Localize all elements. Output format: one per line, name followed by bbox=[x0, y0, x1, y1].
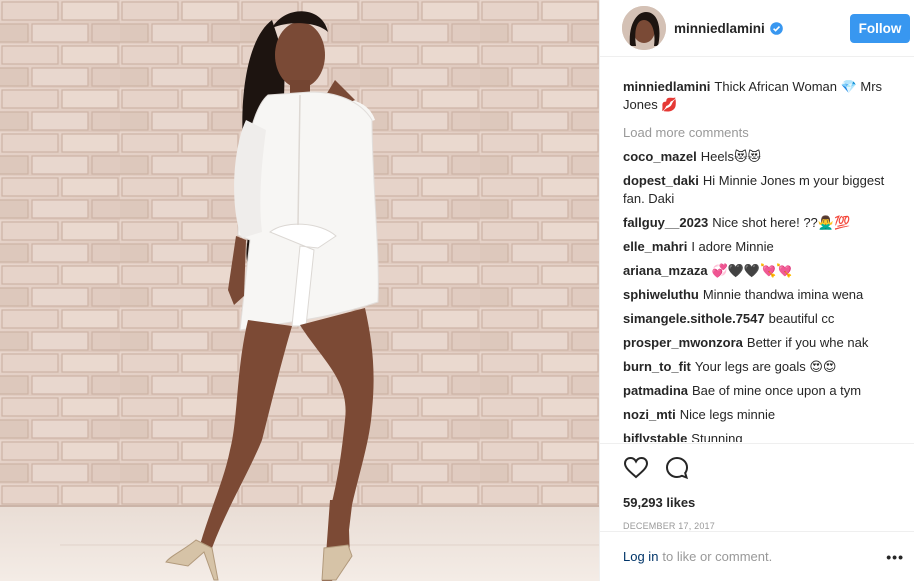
comment-text: 💞🖤🖤💘💘 bbox=[711, 263, 793, 278]
comment-item: prosper_mwonzora Better if you whe nak bbox=[623, 334, 906, 352]
likes-count[interactable]: 59,293 likes bbox=[623, 495, 891, 510]
action-icons bbox=[623, 453, 891, 483]
comment-username[interactable]: nozi_mti bbox=[623, 407, 676, 422]
post-header: minniedlamini Follow bbox=[600, 0, 914, 57]
comment-text: Bae of mine once upon a tym bbox=[692, 383, 862, 398]
login-link[interactable]: Log in bbox=[623, 549, 658, 564]
comment-item: ariana_mzaza 💞🖤🖤💘💘 bbox=[623, 262, 906, 280]
heart-icon[interactable] bbox=[623, 455, 649, 481]
comment-item: fallguy__2023 Nice shot here! ??🙅‍♂️💯 bbox=[623, 214, 906, 232]
comment-text: Stunning bbox=[691, 431, 743, 442]
comment-text: Better if you whe nak bbox=[746, 335, 869, 350]
comment-text: Nice shot here! ??🙅‍♂️💯 bbox=[712, 215, 851, 230]
comment-username[interactable]: dopest_daki bbox=[623, 173, 699, 188]
comment-username[interactable]: biflystable bbox=[623, 431, 687, 442]
comment-username[interactable]: ariana_mzaza bbox=[623, 263, 708, 278]
post-date: DECEMBER 17, 2017 bbox=[623, 521, 715, 531]
comment-text: Your legs are goals 😍😍 bbox=[694, 359, 837, 374]
comment-item: biflystable Stunning bbox=[623, 430, 906, 442]
instagram-post-view: minniedlamini Follow minniedlamini Thick … bbox=[0, 0, 914, 581]
comment-item: elle_mahri I adore Minnie bbox=[623, 238, 906, 256]
more-options-icon[interactable]: ••• bbox=[886, 549, 904, 565]
comment-icon[interactable] bbox=[664, 455, 690, 481]
comment-item: coco_mazel Heels😻😻 bbox=[623, 148, 906, 166]
comment-item: burn_to_fit Your legs are goals 😍😍 bbox=[623, 358, 906, 376]
comment-text: beautiful cc bbox=[768, 311, 835, 326]
comment-text: Minnie thandwa imina wena bbox=[702, 287, 864, 302]
comment-item: dopest_daki Hi Minnie Jones m your bigges… bbox=[623, 172, 906, 208]
login-bar: Log in to like or comment. ••• bbox=[600, 531, 914, 581]
login-prompt: to like or comment. bbox=[662, 549, 773, 564]
comment-item: simangele.sithole.7547 beautiful cc bbox=[623, 310, 906, 328]
comment-items: coco_mazel Heels😻😻 dopest_daki Hi Minnie Jo… bbox=[623, 148, 906, 442]
header-username[interactable]: minniedlamini bbox=[674, 21, 765, 36]
comment-username[interactable]: elle_mahri bbox=[623, 239, 687, 254]
comment-item: patmadina Bae of mine once upon a tym bbox=[623, 382, 906, 400]
caption-username[interactable]: minniedlamini bbox=[623, 79, 710, 94]
comment-text: I adore Minnie bbox=[691, 239, 774, 254]
comment-text: Heels😻😻 bbox=[700, 149, 762, 164]
comment-username[interactable]: coco_mazel bbox=[623, 149, 697, 164]
avatar[interactable] bbox=[622, 6, 666, 50]
comment-item: sphiweluthu Minnie thandwa imina wena bbox=[623, 286, 906, 304]
verified-badge-icon bbox=[769, 21, 783, 35]
comment-username[interactable]: prosper_mwonzora bbox=[623, 335, 743, 350]
photo-illustration bbox=[0, 0, 599, 581]
comment-username[interactable]: burn_to_fit bbox=[623, 359, 691, 374]
follow-button[interactable]: Follow bbox=[850, 13, 910, 43]
load-more-comments-link[interactable]: Load more comments bbox=[623, 124, 906, 142]
comment-username[interactable]: fallguy__2023 bbox=[623, 215, 708, 230]
comments-list[interactable]: minniedlamini Thick African Woman 💎 Mrs J… bbox=[623, 78, 906, 442]
comment-username[interactable]: patmadina bbox=[623, 383, 688, 398]
comment-item: nozi_mti Nice legs minnie bbox=[623, 406, 906, 424]
comment-username[interactable]: sphiweluthu bbox=[623, 287, 699, 302]
caption: minniedlamini Thick African Woman 💎 Mrs J… bbox=[623, 78, 906, 114]
post-side-panel: minniedlamini Follow minniedlamini Thick … bbox=[599, 0, 914, 581]
post-actions: 59,293 likes DECEMBER 17, 2017 bbox=[600, 443, 914, 531]
comment-text: Nice legs minnie bbox=[679, 407, 776, 422]
post-photo[interactable] bbox=[0, 0, 599, 581]
comment-username[interactable]: simangele.sithole.7547 bbox=[623, 311, 765, 326]
avatar-image bbox=[622, 6, 666, 50]
